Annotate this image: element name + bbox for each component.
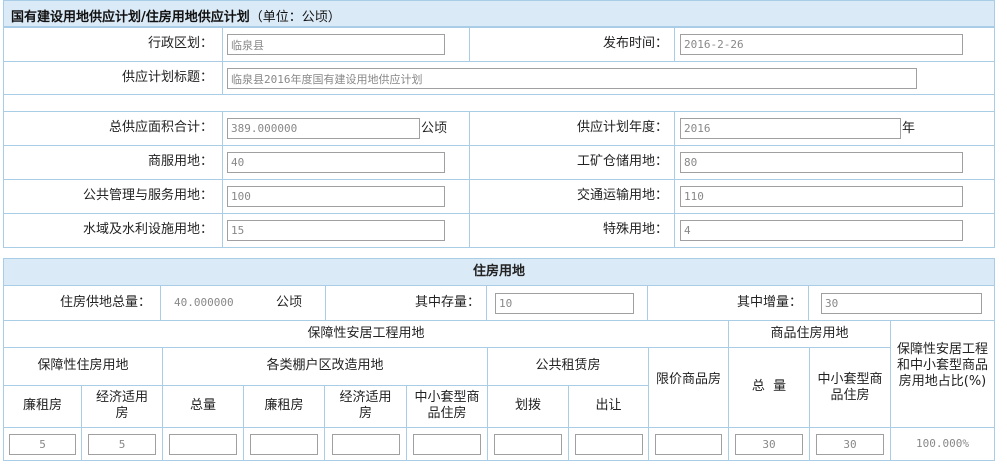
housing-increment-label: 其中增量： xyxy=(736,295,802,310)
col-economic-header: 经济适用房 xyxy=(95,390,148,421)
shantytown-economic-field[interactable] xyxy=(332,434,400,455)
water-label: 水域及水利设施用地： xyxy=(82,222,213,237)
col-allocation-header: 划拨 xyxy=(514,398,541,413)
special-field[interactable] xyxy=(680,220,963,241)
public-field[interactable] xyxy=(227,186,445,207)
commercial-small-field[interactable] xyxy=(816,434,884,455)
page-title: 国有建设用地供应计划/住房用地供应计划（单位：公顷） xyxy=(11,6,341,25)
col-total-header: 总量 xyxy=(189,398,216,413)
public-label: 公共管理与服务用地： xyxy=(82,188,213,203)
plan-year-unit: 年 xyxy=(902,121,916,136)
ratio-header: 保障性安居工程和中小套型商品房用地占比(%) xyxy=(896,342,988,389)
col-low-rent-2-header: 廉租房 xyxy=(264,398,304,413)
industrial-field[interactable] xyxy=(680,152,963,173)
total-area-field[interactable] xyxy=(227,118,420,139)
total-area-unit: 公顷 xyxy=(421,121,448,136)
comm-small-header: 中小套型商品住房 xyxy=(817,372,883,403)
transport-label: 交通运输用地： xyxy=(576,188,668,203)
low-rent-field[interactable] xyxy=(9,434,76,455)
housing-total-label: 住房供地总量： xyxy=(59,295,151,310)
water-field[interactable] xyxy=(227,220,445,241)
shantytown-low-rent-field[interactable] xyxy=(250,434,318,455)
col-transfer-header: 出让 xyxy=(595,398,622,413)
sub-shantytown-header: 各类棚户区改造用地 xyxy=(266,358,384,373)
housing-stock-field[interactable] xyxy=(495,293,634,314)
publish-time-field[interactable] xyxy=(680,34,963,55)
comm-total-header: 总 量 xyxy=(751,379,787,394)
page-title-text: 国有建设用地供应计划/住房用地供应计划 xyxy=(11,10,250,25)
district-field[interactable] xyxy=(227,34,445,55)
special-label: 特殊用地： xyxy=(602,222,668,237)
economic-field[interactable] xyxy=(88,434,156,455)
shantytown-small-commercial-field[interactable] xyxy=(413,434,481,455)
publish-time-label: 发布时间： xyxy=(602,36,668,51)
plan-year-field[interactable] xyxy=(680,118,901,139)
plan-title-field[interactable] xyxy=(227,68,917,89)
price-limited-field[interactable] xyxy=(655,434,722,455)
housing-total-unit: 公顷 xyxy=(276,295,303,310)
unit-note: （单位：公顷） xyxy=(249,10,341,25)
transfer-field[interactable] xyxy=(575,434,643,455)
price-limited-header: 限价商品房 xyxy=(655,372,721,387)
housing-section-title: 住房用地 xyxy=(472,264,525,279)
blank-row xyxy=(3,94,995,112)
total-area-label: 总供应面积合计： xyxy=(108,120,213,135)
housing-increment-field[interactable] xyxy=(821,293,982,314)
col-small-commercial-header: 中小套型商品住房 xyxy=(414,390,480,421)
plan-title-label: 供应计划标题： xyxy=(121,70,213,85)
col-low-rent-header: 廉租房 xyxy=(22,398,62,413)
sub-public-rental-header: 公共租赁房 xyxy=(535,358,601,373)
housing-total-value: 40.000000 xyxy=(174,296,234,309)
group-affordable-header: 保障性安居工程用地 xyxy=(307,326,425,341)
industrial-label: 工矿仓储用地： xyxy=(576,154,668,169)
ratio-value: 100.000% xyxy=(916,437,969,450)
district-label: 行政区划： xyxy=(147,36,213,51)
col-economic-2-header: 经济适用房 xyxy=(339,390,392,421)
transport-field[interactable] xyxy=(680,186,963,207)
sub-affordable-housing-header: 保障性住房用地 xyxy=(37,358,129,373)
commercial-label: 商服用地： xyxy=(147,154,213,169)
allocation-field[interactable] xyxy=(494,434,562,455)
shantytown-total-field[interactable] xyxy=(169,434,237,455)
commercial-field[interactable] xyxy=(227,152,445,173)
commercial-total-field[interactable] xyxy=(735,434,803,455)
plan-year-label: 供应计划年度： xyxy=(576,120,668,135)
housing-stock-label: 其中存量： xyxy=(414,295,480,310)
group-commercial-header: 商品住房用地 xyxy=(770,326,849,341)
